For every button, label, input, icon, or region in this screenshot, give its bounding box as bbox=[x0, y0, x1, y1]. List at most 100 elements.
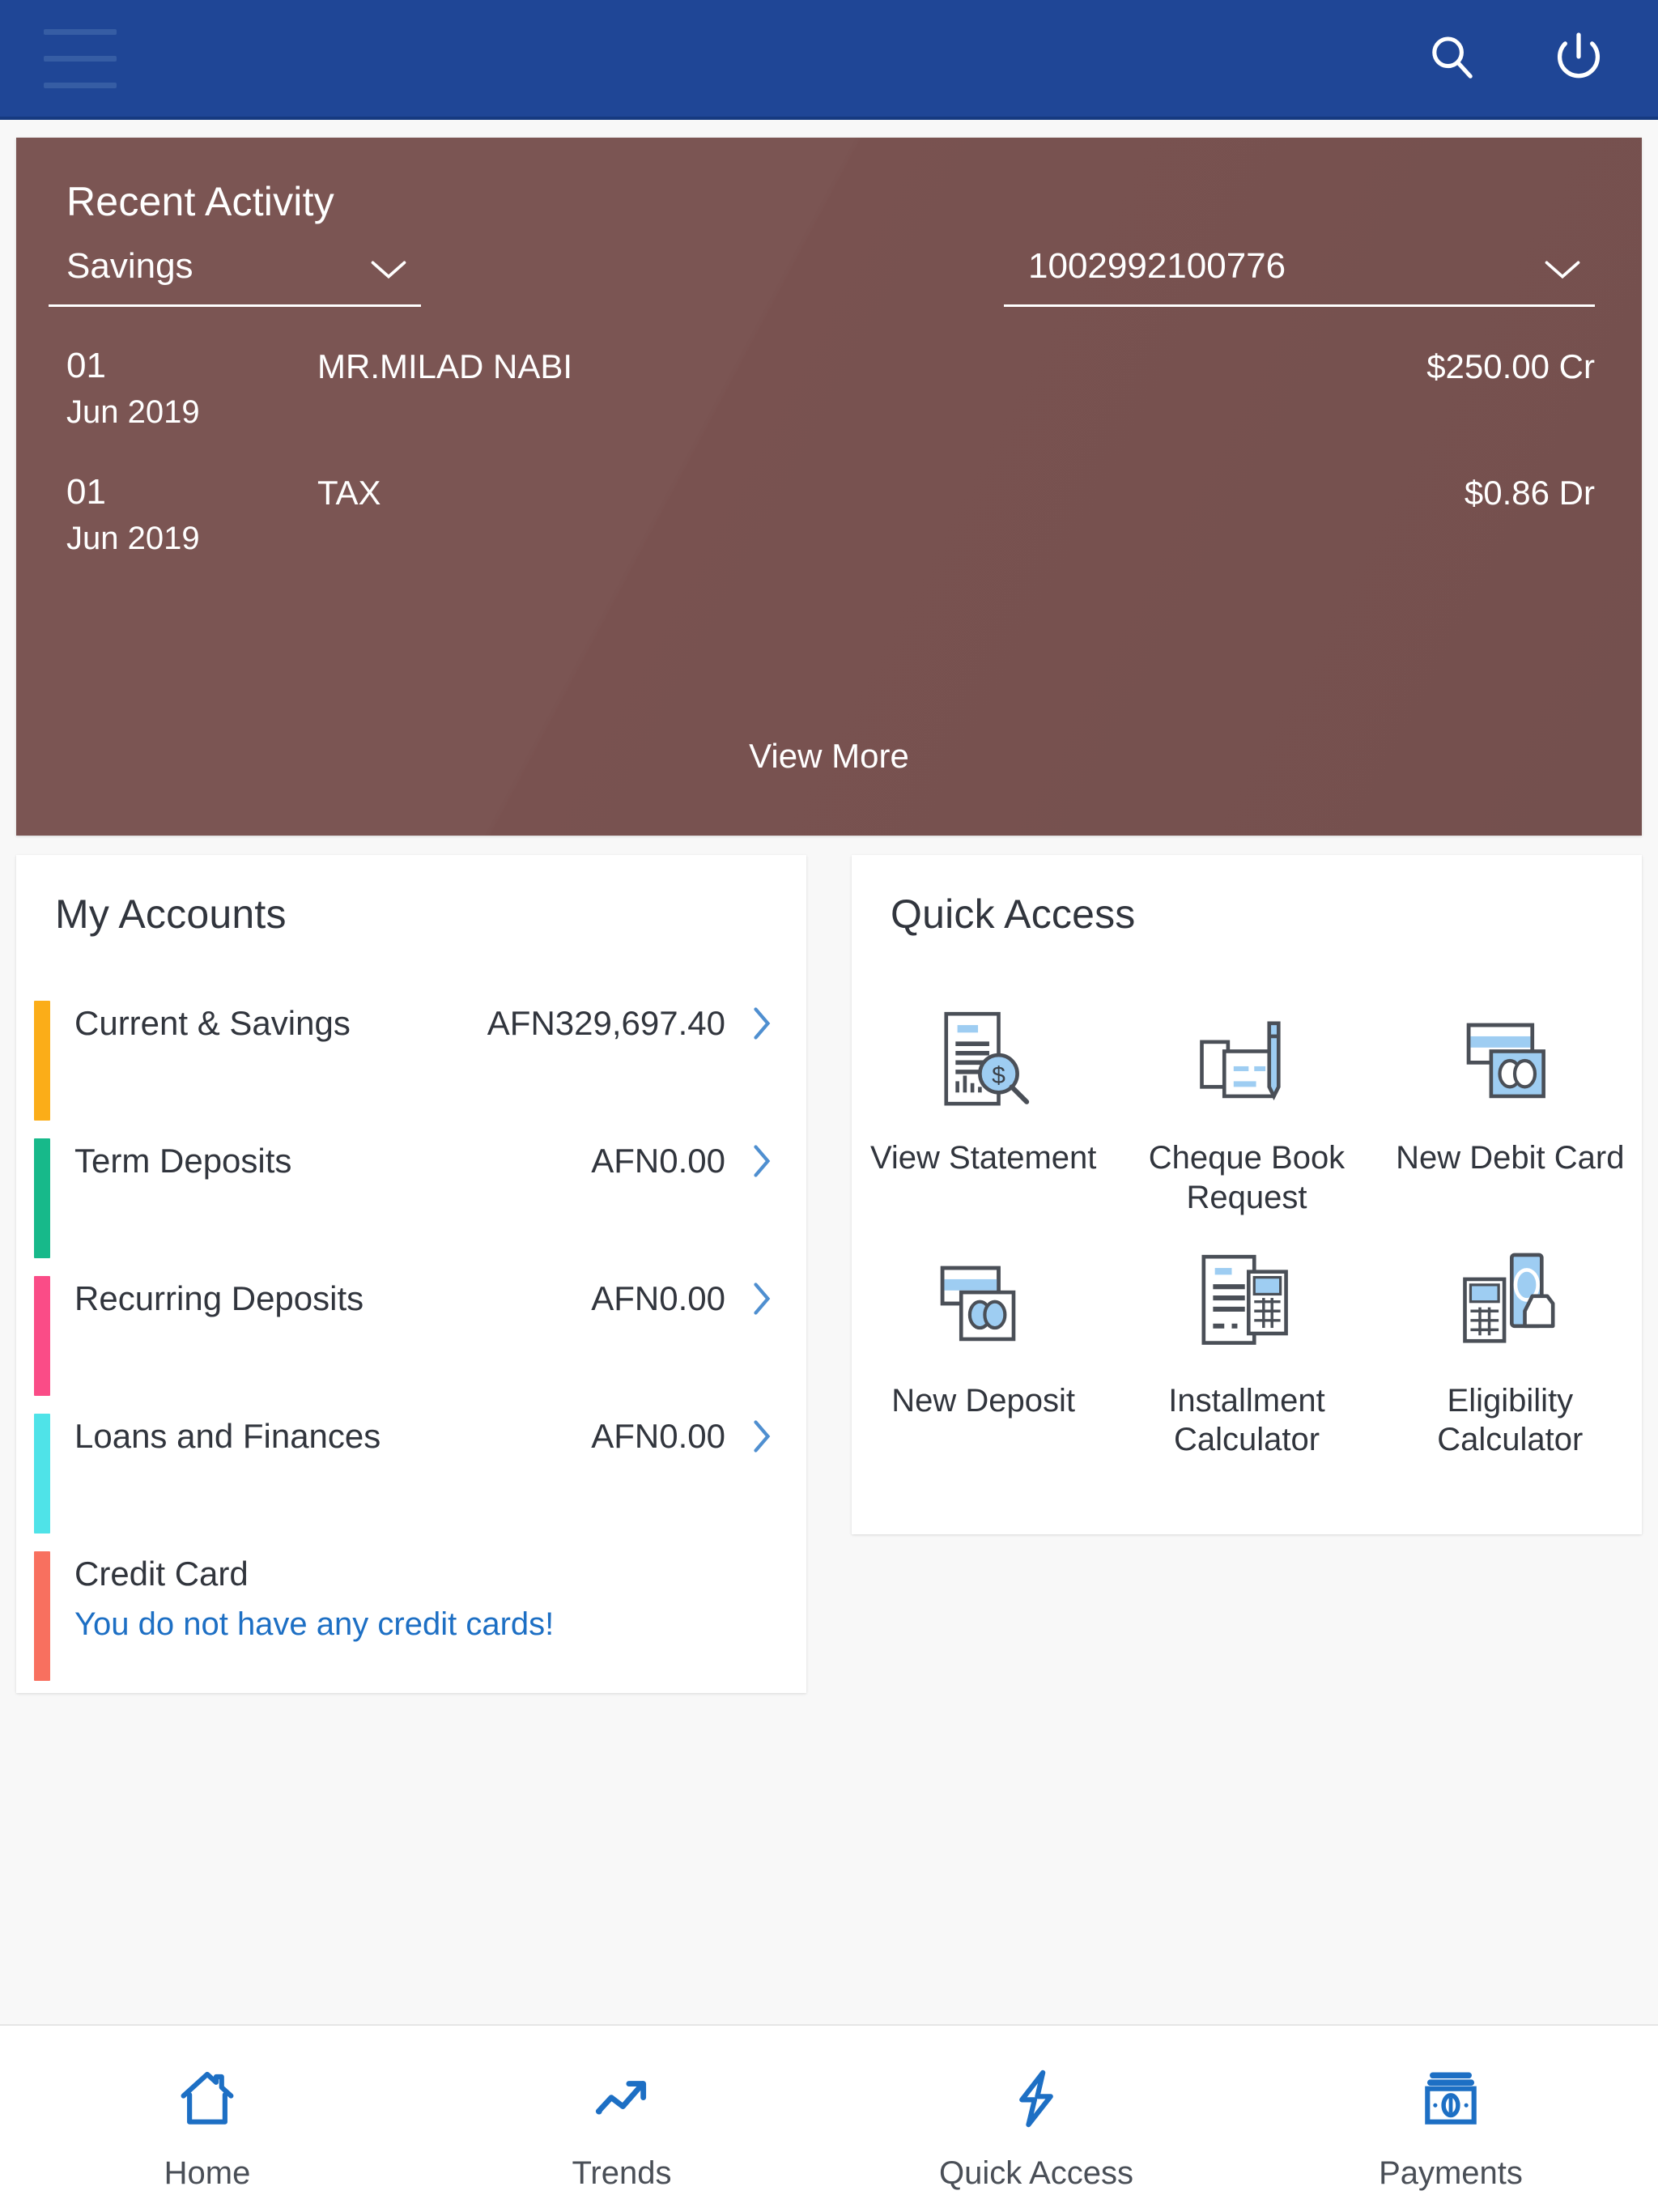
recent-activity-card: Recent Activity Savings 1002992100776 01… bbox=[16, 138, 1642, 836]
table-row[interactable]: 01 Jun 2019 MR.MILAD NABI $250.00 Cr bbox=[49, 338, 1609, 464]
account-label: Term Deposits bbox=[74, 1142, 292, 1180]
tab-label: Home bbox=[164, 2155, 251, 2191]
chevron-right-icon bbox=[754, 1283, 771, 1315]
header-actions bbox=[1418, 24, 1619, 92]
tab-payments[interactable]: Payments bbox=[1244, 2060, 1658, 2192]
view-more-button[interactable]: View More bbox=[16, 737, 1642, 776]
quick-access-view-statement[interactable]: $ View Statement bbox=[852, 998, 1115, 1240]
table-row[interactable]: 01 Jun 2019 TAX $0.86 Dr bbox=[49, 464, 1609, 590]
recent-activity-filters: Savings 1002992100776 bbox=[49, 246, 1609, 307]
account-type-dropdown[interactable]: Savings bbox=[49, 246, 421, 307]
transaction-date: 01 Jun 2019 bbox=[66, 470, 317, 558]
power-icon[interactable] bbox=[1545, 24, 1613, 92]
quick-access-title: Quick Access bbox=[891, 891, 1136, 937]
quick-access-card: Quick Access $ View Statement Cheque Boo… bbox=[852, 855, 1642, 1535]
transaction-month-year: Jun 2019 bbox=[66, 393, 200, 430]
hamburger-menu-icon[interactable] bbox=[36, 14, 125, 103]
mobile-banking-dashboard: Recent Activity Savings 1002992100776 01… bbox=[0, 0, 1658, 2212]
account-amount: AFN0.00 bbox=[591, 1142, 725, 1180]
cash-payment-icon bbox=[1418, 2060, 1484, 2138]
account-value-group: AFN329,697.40 bbox=[487, 1001, 774, 1044]
bottom-navigation: Home Trends Quick Access Payments bbox=[0, 2024, 1658, 2212]
hamburger-line bbox=[44, 28, 117, 35]
calculator-hand-cash-icon bbox=[1437, 1240, 1583, 1367]
svg-text:$: $ bbox=[992, 1062, 1005, 1089]
trend-up-icon bbox=[589, 2060, 655, 2138]
transaction-list: 01 Jun 2019 MR.MILAD NABI $250.00 Cr 01 … bbox=[49, 338, 1609, 590]
account-label: Recurring Deposits bbox=[74, 1279, 364, 1317]
tab-trends[interactable]: Trends bbox=[414, 2060, 829, 2192]
account-value-group: AFN0.00 bbox=[591, 1414, 774, 1457]
document-calculator-icon bbox=[1174, 1240, 1320, 1367]
sidebar-item-current-savings[interactable]: Current & Savings AFN329,697.40 bbox=[16, 1001, 806, 1138]
lightning-bolt-icon bbox=[1003, 2060, 1069, 2138]
tab-home[interactable]: Home bbox=[0, 2060, 414, 2192]
account-color-bar bbox=[34, 1001, 50, 1121]
account-number-dropdown[interactable]: 1002992100776 bbox=[1004, 246, 1595, 307]
transaction-day: 01 bbox=[66, 346, 106, 385]
tab-quick-access[interactable]: Quick Access bbox=[829, 2060, 1244, 2192]
document-search-dollar-icon: $ bbox=[911, 998, 1056, 1124]
account-color-bar bbox=[34, 1138, 50, 1258]
chevron-down-icon bbox=[371, 261, 406, 279]
sidebar-item-term-deposits[interactable]: Term Deposits AFN0.00 bbox=[16, 1138, 806, 1276]
deposit-card-icon bbox=[911, 1240, 1056, 1367]
recent-activity-title: Recent Activity bbox=[66, 179, 334, 224]
transaction-description: TAX bbox=[317, 474, 381, 512]
sidebar-item-credit-card[interactable]: Credit Card You do not have any credit c… bbox=[16, 1551, 806, 1681]
transaction-day: 01 bbox=[66, 472, 106, 512]
account-label: Credit Card bbox=[74, 1555, 249, 1593]
account-number-value: 1002992100776 bbox=[1028, 246, 1286, 286]
account-amount: AFN0.00 bbox=[591, 1417, 725, 1455]
quick-access-installment-calculator[interactable]: Installment Calculator bbox=[1115, 1240, 1378, 1483]
transaction-month-year: Jun 2019 bbox=[66, 520, 200, 556]
account-label: Loans and Finances bbox=[74, 1417, 381, 1455]
transaction-amount: $250.00 Cr bbox=[1426, 347, 1595, 385]
quick-access-new-deposit[interactable]: New Deposit bbox=[852, 1240, 1115, 1483]
account-amount: AFN0.00 bbox=[591, 1279, 725, 1317]
account-color-bar bbox=[34, 1551, 50, 1681]
my-accounts-card: My Accounts Current & Savings AFN329,697… bbox=[16, 855, 806, 1693]
tab-label: Payments bbox=[1379, 2155, 1523, 2191]
account-color-bar bbox=[34, 1414, 50, 1534]
transaction-description: MR.MILAD NABI bbox=[317, 347, 573, 385]
quick-access-new-debit-card[interactable]: New Debit Card bbox=[1379, 998, 1642, 1240]
my-accounts-title: My Accounts bbox=[55, 891, 287, 937]
credit-card-empty-message[interactable]: You do not have any credit cards! bbox=[74, 1606, 554, 1643]
cheque-book-pen-icon bbox=[1174, 998, 1320, 1124]
search-icon[interactable] bbox=[1418, 24, 1486, 92]
chevron-right-icon bbox=[754, 1420, 771, 1453]
quick-access-label: View Statement bbox=[869, 1140, 1097, 1176]
quick-access-label: New Deposit bbox=[891, 1382, 1076, 1419]
quick-access-cheque-book-request[interactable]: Cheque Book Request bbox=[1115, 998, 1378, 1240]
quick-access-label: Cheque Book Request bbox=[1148, 1140, 1346, 1215]
hamburger-line bbox=[44, 82, 117, 88]
dashboard-columns: My Accounts Current & Savings AFN329,697… bbox=[16, 855, 1642, 1693]
hamburger-line bbox=[44, 55, 117, 62]
account-label: Current & Savings bbox=[74, 1004, 351, 1042]
transaction-amount: $0.86 Dr bbox=[1464, 474, 1595, 512]
account-value-group: AFN0.00 bbox=[591, 1138, 774, 1182]
chevron-right-icon bbox=[754, 1007, 771, 1040]
account-type-value: Savings bbox=[66, 246, 193, 286]
account-color-bar bbox=[34, 1276, 50, 1396]
app-header bbox=[0, 0, 1658, 120]
sidebar-item-loans-finances[interactable]: Loans and Finances AFN0.00 bbox=[16, 1414, 806, 1551]
sidebar-item-recurring-deposits[interactable]: Recurring Deposits AFN0.00 bbox=[16, 1276, 806, 1414]
quick-access-grid: $ View Statement Cheque Book Request New… bbox=[852, 998, 1642, 1482]
quick-access-eligibility-calculator[interactable]: Eligibility Calculator bbox=[1379, 1240, 1642, 1483]
chevron-down-icon bbox=[1545, 261, 1580, 279]
quick-access-label: Eligibility Calculator bbox=[1437, 1382, 1584, 1458]
debit-card-icon bbox=[1437, 998, 1583, 1124]
quick-access-label: Installment Calculator bbox=[1168, 1382, 1325, 1458]
quick-access-label: New Debit Card bbox=[1396, 1140, 1625, 1176]
my-accounts-list: Current & Savings AFN329,697.40 Term Dep… bbox=[16, 1001, 806, 1681]
tab-label: Trends bbox=[572, 2155, 672, 2191]
home-icon bbox=[174, 2060, 240, 2138]
tab-label: Quick Access bbox=[938, 2155, 1134, 2191]
transaction-date: 01 Jun 2019 bbox=[66, 344, 317, 432]
account-amount: AFN329,697.40 bbox=[487, 1004, 725, 1042]
page-body: Recent Activity Savings 1002992100776 01… bbox=[0, 120, 1658, 2024]
chevron-right-icon bbox=[754, 1145, 771, 1177]
account-value-group: AFN0.00 bbox=[591, 1276, 774, 1320]
